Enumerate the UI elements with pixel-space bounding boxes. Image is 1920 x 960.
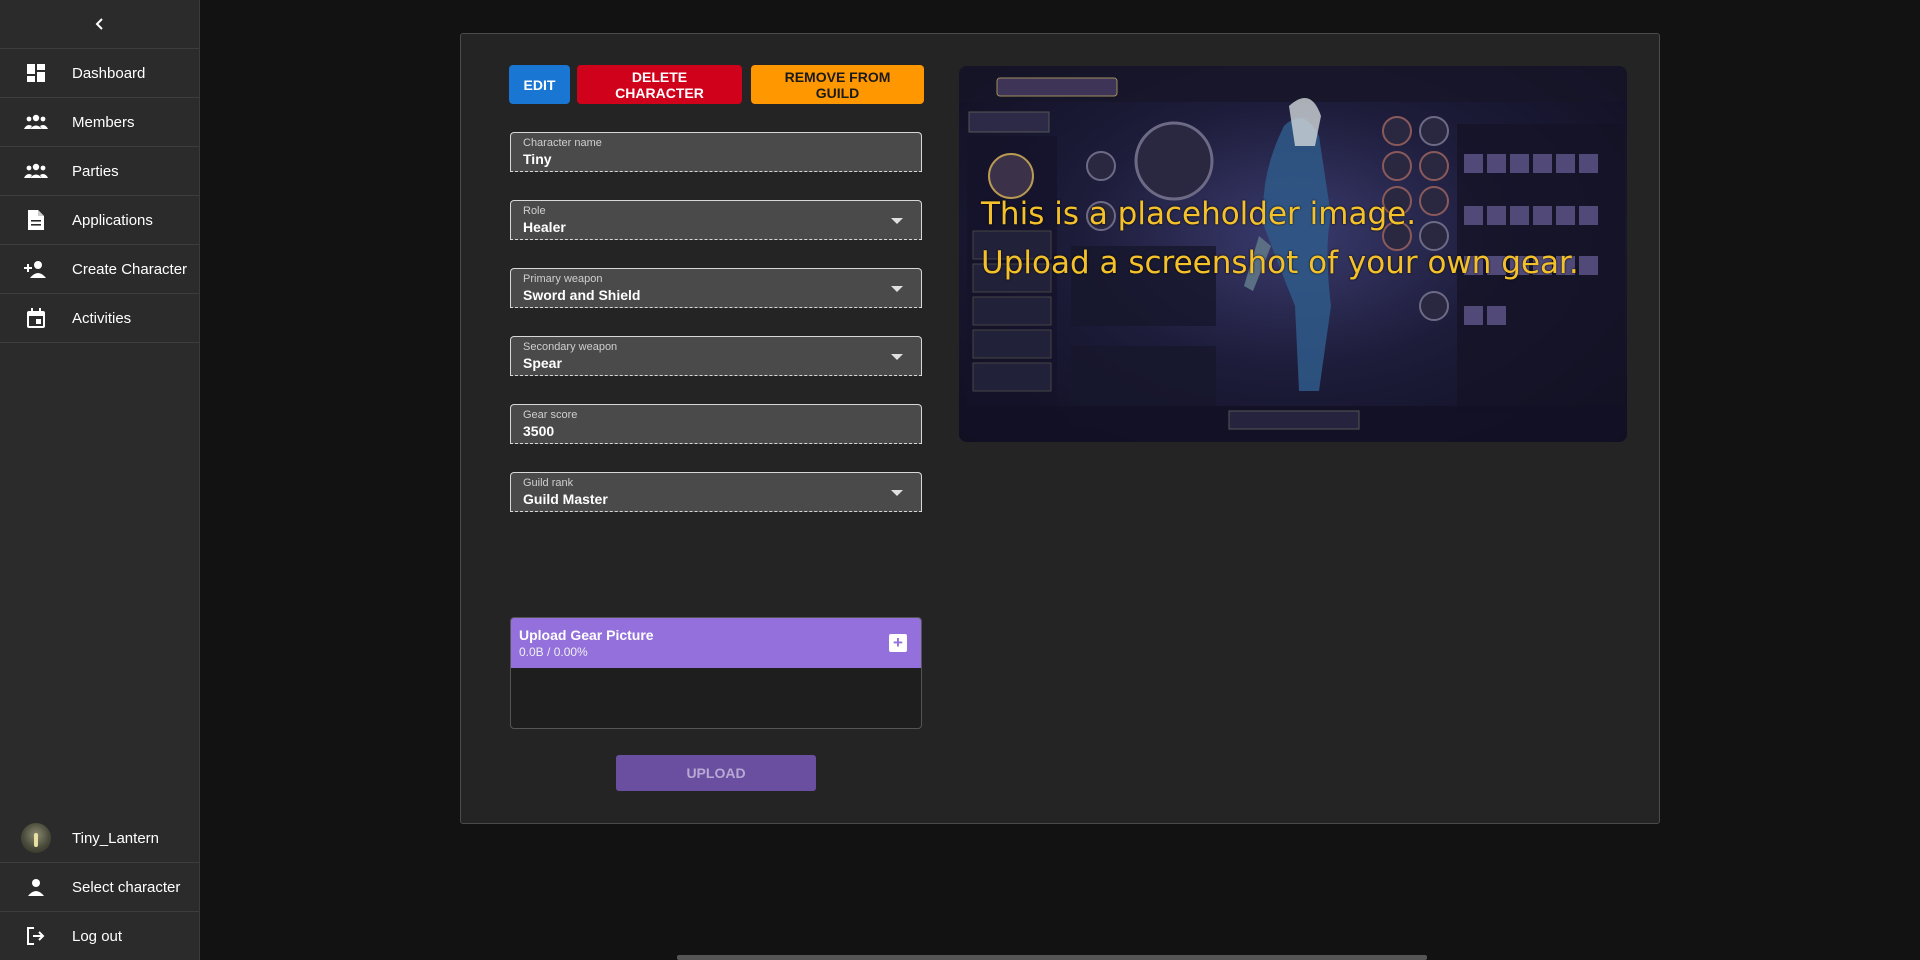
sidebar-item-create-character[interactable]: Create Character xyxy=(0,245,199,294)
field-value: Sword and Shield xyxy=(523,287,641,303)
dropdown-arrow-icon xyxy=(891,490,903,496)
sidebar-item-members[interactable]: Members xyxy=(0,98,199,147)
upload-title: Upload Gear Picture xyxy=(519,627,654,643)
field-value: Guild Master xyxy=(523,491,608,507)
placeholder-text-line-2: Upload a screenshot of your own gear. xyxy=(981,245,1579,281)
sidebar-item-activities[interactable]: Activities xyxy=(0,294,199,343)
gear-placeholder-image: This is a placeholder image. Upload a sc… xyxy=(959,66,1627,442)
edit-button[interactable]: Edit xyxy=(509,65,570,104)
delete-character-button[interactable]: Delete character xyxy=(577,65,742,104)
user-name: Tiny_Lantern xyxy=(72,829,159,847)
upload-button[interactable]: UPLOAD xyxy=(616,755,816,791)
person-icon xyxy=(0,878,72,896)
sidebar-item-label: Applications xyxy=(72,211,153,229)
primary-weapon-select[interactable]: Primary weapon Sword and Shield xyxy=(510,268,922,308)
field-label: Role xyxy=(523,205,546,217)
field-label: Primary weapon xyxy=(523,273,603,285)
character-panel: Edit Delete character Remove from guild … xyxy=(460,33,1660,824)
upload-header: Upload Gear Picture 0.0B / 0.00% + xyxy=(511,618,921,668)
field-value: Tiny xyxy=(523,151,552,167)
sidebar: Dashboard Members Parties Applications C… xyxy=(0,0,200,960)
dropdown-arrow-icon xyxy=(891,218,903,224)
gear-score-field[interactable]: Gear score 3500 xyxy=(510,404,922,444)
group-icon xyxy=(0,163,72,179)
upload-gear-picture[interactable]: Upload Gear Picture 0.0B / 0.00% + xyxy=(510,617,922,729)
sidebar-item-label: Members xyxy=(72,113,135,131)
chevron-left-icon xyxy=(95,18,103,30)
logout-button[interactable]: Log out xyxy=(0,911,199,960)
field-label: Guild rank xyxy=(523,477,574,489)
remove-from-guild-button[interactable]: Remove from guild xyxy=(751,65,924,104)
sidebar-item-applications[interactable]: Applications xyxy=(0,196,199,245)
upload-size: 0.0B / 0.00% xyxy=(519,645,588,659)
dashboard-icon xyxy=(0,63,72,83)
horizontal-scrollbar[interactable] xyxy=(677,955,1427,960)
person-add-icon xyxy=(0,260,72,278)
sidebar-bottom: Tiny_Lantern Select character Log out xyxy=(0,814,199,960)
dropdown-arrow-icon xyxy=(891,286,903,292)
sidebar-item-dashboard[interactable]: Dashboard xyxy=(0,49,199,98)
field-value: Healer xyxy=(523,219,566,235)
calendar-icon xyxy=(0,308,72,328)
field-value: Spear xyxy=(523,355,562,371)
field-label: Gear score xyxy=(523,409,578,421)
sidebar-item-parties[interactable]: Parties xyxy=(0,147,199,196)
dropdown-arrow-icon xyxy=(891,354,903,360)
group-icon xyxy=(0,114,72,130)
sidebar-item-label: Dashboard xyxy=(72,64,146,82)
sidebar-item-label: Parties xyxy=(72,162,119,180)
logout-icon xyxy=(0,927,72,945)
add-file-icon[interactable]: + xyxy=(889,634,907,652)
current-user[interactable]: Tiny_Lantern xyxy=(0,814,199,862)
field-value: 3500 xyxy=(523,423,555,439)
field-label: Character name xyxy=(523,137,602,149)
secondary-weapon-select[interactable]: Secondary weapon Spear xyxy=(510,336,922,376)
role-select[interactable]: Role Healer xyxy=(510,200,922,240)
select-character-button[interactable]: Select character xyxy=(0,862,199,911)
sidebar-item-label: Create Character xyxy=(72,260,188,278)
collapse-sidebar-button[interactable] xyxy=(0,0,199,49)
logout-label: Log out xyxy=(72,927,123,945)
field-label: Secondary weapon xyxy=(523,341,618,353)
sidebar-item-label: Activities xyxy=(72,309,132,327)
document-icon xyxy=(0,210,72,230)
placeholder-text-line-1: This is a placeholder image. xyxy=(981,196,1417,232)
select-character-label: Select character xyxy=(72,878,181,896)
guild-rank-select[interactable]: Guild rank Guild Master xyxy=(510,472,922,512)
character-name-field[interactable]: Character name Tiny xyxy=(510,132,922,172)
avatar xyxy=(21,823,51,853)
